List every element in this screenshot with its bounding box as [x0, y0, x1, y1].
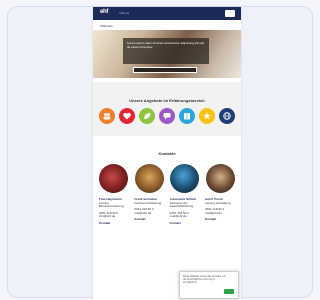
star-icon[interactable] — [199, 108, 215, 124]
menu-button[interactable] — [225, 10, 235, 17]
globe-icon[interactable] — [219, 108, 235, 124]
logo-subtitle: Stiftung — [119, 11, 130, 15]
contact-role: Leitung Verwaltung — [204, 200, 231, 205]
top-bar: ehf Stiftung — [93, 7, 241, 20]
offer-icons — [99, 108, 235, 125]
contact-link[interactable]: Kontakt — [99, 221, 129, 226]
contact-card: Frau Hagemann Leitung Berufsorientierung… — [99, 197, 129, 226]
avatar — [170, 164, 200, 193]
cookie-banner: Diese Website verwendet Cookies, um die … — [179, 271, 239, 299]
breadcrumb[interactable]: Startseite — [93, 20, 241, 30]
leaf-icon[interactable] — [139, 108, 155, 124]
chat-icon[interactable] — [159, 108, 175, 124]
offers-section: Unsere Angebote im Erfahrungsbereich — [93, 82, 241, 136]
contact-avatars — [99, 164, 235, 193]
cookie-text: Diese Website verwendet Cookies, um die … — [183, 275, 226, 285]
avatar — [205, 164, 235, 193]
hero-button[interactable] — [133, 67, 197, 73]
contact-columns: Frau Hagemann Leitung Berufsorientierung… — [99, 197, 235, 226]
people-icon[interactable] — [99, 108, 115, 124]
contact-link[interactable]: Kontakt — [134, 218, 164, 222]
contact-card: Annemarie Schmit Assistenz der Geschäfts… — [169, 197, 200, 226]
avatar — [134, 164, 164, 193]
hero-text-box: Lorem ipsum dolor sit amet consectetur a… — [123, 38, 209, 64]
mobile-page-preview[interactable]: ehf Stiftung Startseite Lorem ipsum dolo… — [93, 7, 241, 300]
hero-image: Lorem ipsum dolor sit amet consectetur a… — [93, 30, 241, 78]
contact-role: Leitung Berufsorientierung — [99, 200, 124, 209]
contact-card: Frank Schrieber Fachbereichsleitung 0251… — [134, 197, 164, 226]
cookie-accept-button[interactable] — [224, 289, 234, 294]
book-icon[interactable] — [179, 108, 195, 124]
avatar — [99, 164, 128, 193]
offers-title: Unsere Angebote im Erfahrungsbereich — [129, 98, 205, 103]
contact-role: Assistenz der Geschäftsführung — [169, 200, 194, 209]
logo[interactable]: ehf — [100, 9, 108, 15]
contact-role: Fachbereichsleitung — [134, 200, 162, 205]
heart-icon[interactable] — [119, 108, 135, 124]
contact-link[interactable]: Kontakt — [205, 218, 235, 222]
contact-link[interactable]: Kontakt — [170, 221, 200, 226]
contacts-title: Kontakte — [158, 151, 176, 156]
contact-card: Gerrit Pirsch Leitung Verwaltung 0251 41… — [204, 197, 235, 226]
